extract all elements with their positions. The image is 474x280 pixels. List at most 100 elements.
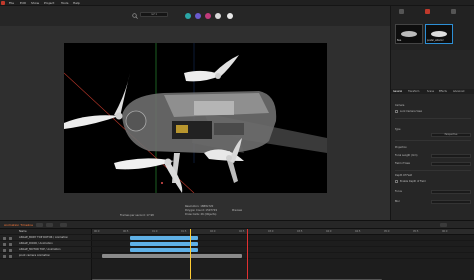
type-label: Type bbox=[395, 128, 401, 131]
timeline-panel: Animation Timeline Name ANGLE_BODY TOP R… bbox=[0, 220, 474, 280]
lock-camera-label: Lock Camera View bbox=[400, 110, 423, 113]
projection-label: Projection bbox=[395, 146, 407, 149]
eye-icon[interactable] bbox=[3, 254, 6, 258]
tab-advanced[interactable]: Advanced bbox=[453, 90, 464, 93]
focal-length-label: Focal Length (mm) bbox=[395, 154, 418, 157]
tick-label: 04:0 bbox=[326, 230, 332, 233]
tab-effects[interactable]: Effects bbox=[439, 90, 447, 93]
polygon-readout: Polygon Count: 1507729 bbox=[185, 209, 217, 212]
playhead[interactable] bbox=[190, 229, 191, 280]
blur-slider[interactable] bbox=[431, 200, 471, 204]
viewport-area: Frames per second: 17.98 Resolution: 188… bbox=[0, 26, 390, 220]
environment-button[interactable] bbox=[205, 13, 211, 19]
lock-icon[interactable] bbox=[9, 248, 12, 252]
camera-thumbnail-selected[interactable]: poster_exterior bbox=[425, 24, 453, 44]
focus-slider[interactable] bbox=[431, 190, 471, 194]
timeline-settings-button[interactable] bbox=[440, 223, 447, 227]
camera-type-select[interactable]: Perspective bbox=[431, 133, 471, 137]
end-marker[interactable] bbox=[247, 229, 248, 280]
focal-length-slider[interactable] bbox=[431, 154, 471, 158]
tick-label: 02:0 bbox=[210, 230, 216, 233]
divider bbox=[395, 118, 471, 119]
properties-tabs: General Transform Scene Effects Advanced bbox=[391, 89, 474, 94]
timeline-title: Animation Timeline bbox=[4, 223, 34, 227]
drone-render bbox=[64, 43, 327, 193]
track-lane[interactable] bbox=[92, 253, 474, 259]
search-icon[interactable] bbox=[132, 13, 138, 19]
list-item[interactable]: pivot camera Animation bbox=[0, 253, 92, 259]
tab-transform[interactable]: Transform bbox=[408, 90, 419, 93]
tab-general[interactable]: General bbox=[393, 90, 402, 93]
fov-slider[interactable] bbox=[431, 162, 471, 166]
lock-camera-checkbox[interactable] bbox=[395, 110, 398, 113]
camera-section-title: Camera bbox=[395, 104, 405, 107]
3d-viewport[interactable] bbox=[64, 43, 327, 193]
resolution-readout: Resolution: 1888x720 bbox=[185, 205, 214, 208]
camera-selector-input[interactable]: ref 1 bbox=[140, 12, 168, 17]
tick-label: 03:5 bbox=[297, 230, 303, 233]
menu-tools[interactable]: Tools bbox=[61, 1, 68, 5]
settings-button[interactable] bbox=[215, 13, 221, 19]
propeller-rear-left bbox=[114, 158, 183, 193]
lock-icon[interactable] bbox=[9, 236, 12, 240]
eye-icon[interactable] bbox=[3, 242, 6, 246]
delete-keyframe-button[interactable] bbox=[46, 223, 53, 227]
tick-label: 00:5 bbox=[123, 230, 129, 233]
enable-dof-label: Enable Depth of Field bbox=[400, 180, 426, 183]
fov-label: Field of View bbox=[395, 162, 411, 165]
drawcalls-readout: Draw Calls: 26 (Objects) bbox=[185, 213, 217, 216]
record-icon[interactable] bbox=[425, 9, 430, 14]
info-button[interactable] bbox=[227, 13, 233, 19]
menu-project[interactable]: Project bbox=[44, 1, 54, 5]
tick-label: 01:5 bbox=[181, 230, 187, 233]
add-keyframe-button[interactable] bbox=[36, 223, 43, 227]
menu-help[interactable]: Help bbox=[73, 1, 80, 5]
propeller-front-left bbox=[64, 73, 130, 129]
animation-clip[interactable] bbox=[102, 254, 242, 258]
app-logo-icon bbox=[1, 1, 5, 5]
delete-icon[interactable] bbox=[451, 9, 456, 14]
tab-scene[interactable]: Scene bbox=[427, 90, 434, 93]
menu-file[interactable]: File bbox=[9, 1, 14, 5]
tick-label: 04:5 bbox=[355, 230, 361, 233]
tick-label: 01:0 bbox=[152, 230, 158, 233]
right-panel: Bee poster_exterior General Transform Sc… bbox=[390, 6, 474, 220]
lock-icon[interactable] bbox=[9, 242, 12, 246]
pivot-marker[interactable] bbox=[161, 182, 163, 184]
propeller-front-right bbox=[184, 55, 239, 82]
enable-dof-checkbox[interactable] bbox=[395, 180, 398, 183]
motor-housing bbox=[214, 123, 244, 135]
eye-icon[interactable] bbox=[3, 248, 6, 252]
camera-thumbnail[interactable]: Bee bbox=[395, 24, 423, 44]
dof-section-title: Depth Of Field bbox=[395, 174, 413, 177]
divider bbox=[395, 170, 471, 171]
chip-component bbox=[176, 125, 188, 133]
animation-clip[interactable] bbox=[130, 236, 198, 240]
menu-show[interactable]: Show bbox=[31, 1, 39, 5]
material-button[interactable] bbox=[195, 13, 201, 19]
tick-label: 00:0 bbox=[94, 230, 100, 233]
preview-label: Preview bbox=[232, 209, 243, 212]
tick-label: 05:0 bbox=[384, 230, 390, 233]
track-list: Name ANGLE_BODY TOP ROTOR / Animation AN… bbox=[0, 229, 92, 280]
tick-label: 05:5 bbox=[413, 230, 419, 233]
focus-label: Focus bbox=[395, 190, 402, 193]
add-icon[interactable] bbox=[399, 9, 404, 14]
fps-readout: Frames per second: 17.98 bbox=[120, 214, 154, 217]
lock-icon[interactable] bbox=[9, 254, 12, 258]
battery-pack bbox=[194, 101, 234, 115]
tick-label: 06:0 bbox=[442, 230, 448, 233]
camera-thumbnails: Bee poster_exterior bbox=[391, 6, 474, 50]
render-button[interactable] bbox=[185, 13, 191, 19]
menu-edit[interactable]: Edit bbox=[20, 1, 26, 5]
eye-icon[interactable] bbox=[3, 236, 6, 240]
timeline-header: Animation Timeline bbox=[0, 221, 474, 229]
tick-label: 03:0 bbox=[268, 230, 274, 233]
animation-clip[interactable] bbox=[130, 248, 198, 252]
blur-label: Blur bbox=[395, 200, 400, 203]
front-camera bbox=[125, 110, 147, 132]
play-button[interactable] bbox=[60, 223, 67, 227]
tick-label: 02:5 bbox=[239, 230, 245, 233]
animation-clip[interactable] bbox=[130, 242, 198, 246]
toolbar: ref 1 bbox=[0, 6, 390, 26]
